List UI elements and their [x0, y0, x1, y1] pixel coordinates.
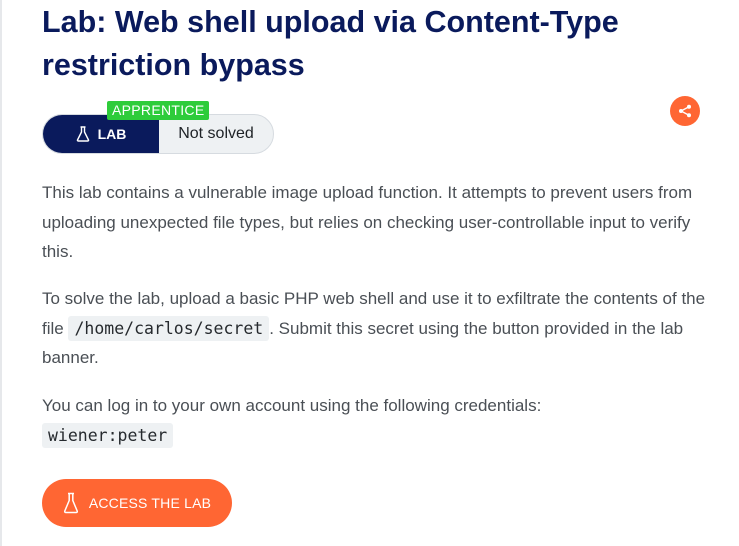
credentials-intro: You can log in to your own account using… — [42, 396, 542, 415]
lab-status-text: Not solved — [178, 125, 254, 142]
credentials-code: wiener:peter — [42, 422, 174, 448]
access-lab-button[interactable]: ACCESS THE LAB — [42, 479, 232, 527]
flask-icon — [76, 126, 89, 142]
access-lab-label: ACCESS THE LAB — [88, 495, 212, 511]
description-paragraph-2: To solve the lab, upload a basic PHP web… — [42, 284, 712, 373]
lab-type-text: LAB — [97, 126, 127, 142]
lab-title: Lab: Web shell upload via Content-Type r… — [42, 5, 619, 82]
lab-status-widget: LAB Not solved — [42, 114, 274, 154]
file-path-code: /home/carlos/secret — [68, 315, 270, 341]
level-badge: APPRENTICE — [107, 101, 210, 120]
share-button[interactable] — [670, 96, 700, 126]
flask-icon — [63, 492, 78, 514]
share-icon — [679, 104, 691, 118]
lab-type-label: LAB — [43, 115, 159, 153]
description-paragraph-1: This lab contains a vulnerable image upl… — [42, 183, 693, 261]
description-paragraph-3: You can log in to your own account using… — [42, 391, 712, 450]
page-left-border — [0, 0, 2, 546]
